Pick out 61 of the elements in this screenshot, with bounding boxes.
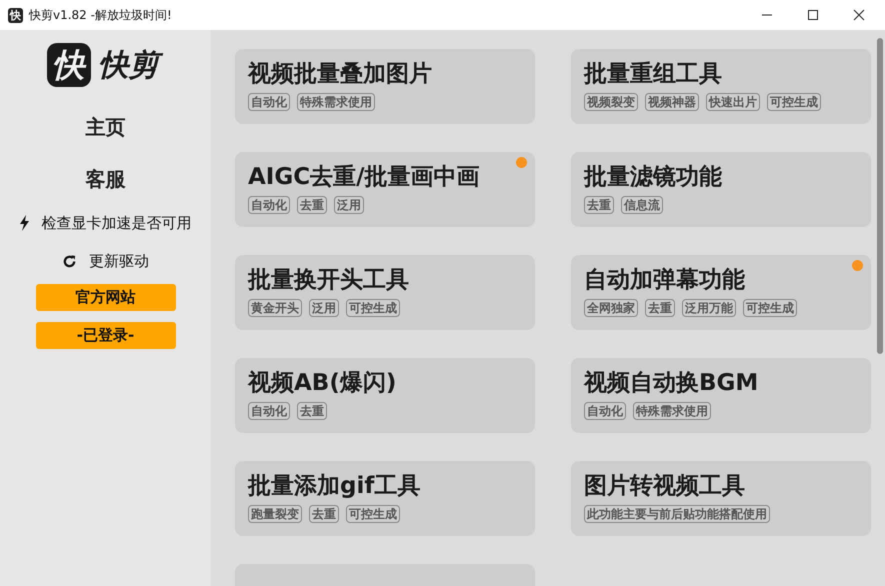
nav-link[interactable]: 主页	[86, 116, 126, 138]
tag: 可控生成	[767, 93, 821, 111]
tag: 跑量裂变	[248, 505, 302, 523]
card-title: 视频批量叠加图片	[248, 60, 432, 89]
tag: 全网独家	[584, 299, 638, 317]
refresh-icon	[62, 254, 77, 268]
tag: 快速出片	[706, 93, 760, 111]
card-title: 自动加弹幕功能	[584, 266, 745, 295]
sidebar-button[interactable]: 官方网站	[36, 284, 176, 311]
tag: 去重	[297, 196, 327, 214]
nav-link[interactable]: 客服	[86, 168, 126, 190]
tag: 可控生成	[346, 299, 400, 317]
tag: 自动化	[248, 402, 290, 420]
tag: 泛用	[334, 196, 364, 214]
action-link[interactable]: 检查显卡加速是否可用	[42, 214, 192, 232]
tag: 特殊需求使用	[633, 402, 711, 420]
tag: 去重	[584, 196, 614, 214]
tool-card[interactable]: 视频批量叠加图片 自动化 特殊需求使用	[235, 49, 535, 124]
tag: 视频神器	[645, 93, 699, 111]
tool-card[interactable]: 批量换开头工具 黄金开头 泛用 可控生成	[235, 255, 535, 330]
scrollbar[interactable]	[877, 38, 883, 354]
card-title: 批量添加gif工具	[248, 472, 420, 501]
logo-text: 快剪	[96, 46, 164, 84]
logo-icon: 快	[46, 43, 90, 87]
sidebar-button[interactable]: -已登录-	[36, 322, 176, 349]
card-title: 视频自动换BGM	[584, 369, 758, 398]
tool-card[interactable]: 批量滤镜功能 去重 信息流	[571, 152, 871, 227]
card-title: 批量滤镜功能	[584, 163, 722, 192]
tag: 去重	[297, 402, 327, 420]
tag: 可控生成	[743, 299, 797, 317]
lightning-icon	[20, 215, 30, 231]
tag: 视频裂变	[584, 93, 638, 111]
tag: 去重	[309, 505, 339, 523]
tag: 信息流	[621, 196, 663, 214]
tool-card[interactable]: 自动加弹幕功能 全网独家 去重 泛用万能 可控生成	[571, 255, 871, 330]
tag: 此功能主要与前后贴功能搭配使用	[584, 505, 770, 523]
close-icon[interactable]	[853, 9, 865, 21]
tag: 去重	[645, 299, 675, 317]
card-title: 批量重组工具	[584, 60, 722, 89]
card-title: 批量换开头工具	[248, 266, 409, 295]
card-title: 图片转视频工具	[584, 472, 745, 501]
tool-card[interactable]: 视频AB(爆闪) 自动化 去重	[235, 358, 535, 433]
tag: 可控生成	[346, 505, 400, 523]
tag: 自动化	[248, 93, 290, 111]
tag: 特殊需求使用	[297, 93, 375, 111]
maximize-icon[interactable]	[807, 9, 819, 21]
tag: 泛用万能	[682, 299, 736, 317]
window-title: 快剪v1.82 -解放垃圾时间!	[29, 6, 172, 24]
tool-card[interactable]: 图片转视频工具 此功能主要与前后贴功能搭配使用	[571, 461, 871, 536]
tag: 黄金开头	[248, 299, 302, 317]
tag: 自动化	[584, 402, 626, 420]
action-link[interactable]: 更新驱动	[89, 252, 149, 270]
card-title: 视频AB(爆闪)	[248, 369, 396, 398]
tool-card[interactable]: 视频自动换BGM 自动化 特殊需求使用	[571, 358, 871, 433]
tag: 自动化	[248, 196, 290, 214]
tool-card[interactable]: AIGC去重/批量画中画 自动化 去重 泛用	[235, 152, 535, 227]
tool-card[interactable]: 批量重组工具 视频裂变 视频神器 快速出片 可控生成	[571, 49, 871, 124]
app-icon: 快	[8, 8, 23, 22]
card-title: AIGC去重/批量画中画	[248, 163, 480, 192]
tool-card[interactable]: 批量添加gif工具 跑量裂变 去重 可控生成	[235, 461, 535, 536]
tag: 泛用	[309, 299, 339, 317]
